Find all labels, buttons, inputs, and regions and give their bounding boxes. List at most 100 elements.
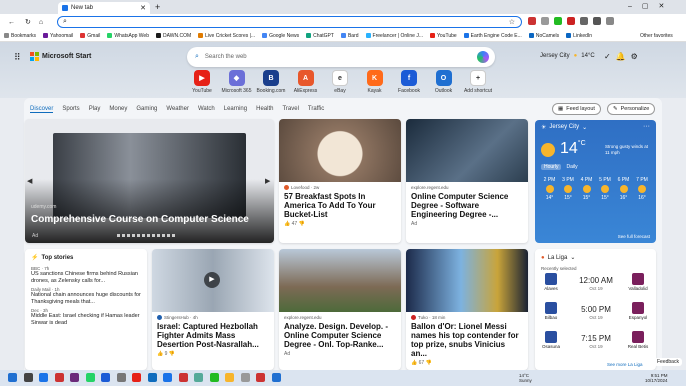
story-item[interactable]: BBC · 7h US sanctions Chinese firms behin…	[31, 266, 141, 284]
hero-title[interactable]: Comprehensive Course on Computer Science	[31, 214, 249, 225]
bookmark-item[interactable]: WhatsApp Web	[107, 33, 149, 39]
bookmark-item[interactable]: DAWN.COM	[156, 33, 191, 39]
tab-discover[interactable]: Discover	[30, 106, 54, 113]
back-icon[interactable]: ←	[8, 19, 15, 26]
match-row[interactable]: Alaves 12:00 AM Oct 19 Valladolid	[540, 273, 651, 300]
taskbar-app-icon[interactable]	[54, 373, 64, 382]
forecast-link[interactable]: See full forecast	[618, 234, 650, 239]
news-card-messi[interactable]: Tuko · 18 min Ballon d'Or: Lionel Messi …	[406, 249, 528, 370]
address-bar[interactable]: ⌕ ☆	[57, 16, 522, 28]
taskbar-app-icon[interactable]	[23, 373, 33, 382]
tab-close-icon[interactable]: ✕	[140, 4, 146, 12]
weather-tab-hourly[interactable]: Hourly	[541, 164, 562, 170]
feed-layout-button[interactable]: ▦ Feed layout	[552, 103, 601, 115]
home-icon[interactable]: ⌂	[39, 19, 43, 26]
tab-sports[interactable]: Sports	[62, 106, 79, 112]
bookmark-item[interactable]: Earth Engine Code E...	[463, 33, 522, 39]
tab-health[interactable]: Health	[256, 106, 273, 112]
weather-tab-daily[interactable]: Daily	[566, 164, 577, 170]
quicklink-kayak[interactable]: K Kayak	[357, 70, 393, 94]
tab-learning[interactable]: Learning	[224, 106, 247, 112]
taskbar-app-icon[interactable]	[209, 373, 219, 382]
quicklink-facebook[interactable]: f Facebook	[391, 70, 427, 94]
taskbar-app-icon[interactable]	[116, 373, 126, 382]
card-title[interactable]: Israel: Captured Hezbollah Fighter Admit…	[157, 322, 269, 349]
apps-grid-icon[interactable]: ⠿	[14, 52, 21, 63]
taskbar-app-icon[interactable]	[39, 373, 48, 382]
taskbar-app-icon[interactable]	[8, 373, 17, 382]
bookmark-item[interactable]: YouTube	[430, 33, 457, 39]
quicklink-aliexpress[interactable]: A AliExpress	[288, 70, 324, 94]
quicklink-booking-com[interactable]: B Booking.com	[253, 70, 289, 94]
tab-new-tab[interactable]: New tab ✕	[58, 2, 150, 14]
play-icon[interactable]: ▶	[204, 272, 220, 288]
taskbar-app-icon[interactable]	[256, 373, 265, 382]
story-item[interactable]: Daily Mail · 1h National chain announces …	[31, 287, 141, 305]
taskbar-app-icon[interactable]	[85, 373, 95, 382]
bookmark-item[interactable]: Bard	[340, 33, 359, 39]
hero-card[interactable]: udemy.com Comprehensive Course on Comput…	[25, 119, 274, 243]
card-title[interactable]: Ballon d'Or: Lionel Messi names his top …	[411, 322, 523, 358]
bookmark-item[interactable]: Freelancer | Online J...	[365, 33, 423, 39]
tab-play[interactable]: Play	[89, 106, 101, 112]
prev-arrow-icon[interactable]: ◀	[27, 177, 32, 185]
ad-card-analyze[interactable]: explore.regent.edu Analyze. Design. Deve…	[279, 249, 401, 370]
match-row[interactable]: Osasuna 7:15 PM Oct 19 Real Betis	[540, 331, 651, 358]
taskbar-clock[interactable]: 9:51 PM 10/17/2024	[645, 373, 668, 383]
weather-card[interactable]: ☀ Jersey City ⌄ ··· 14°C Strong gusty wind…	[535, 120, 656, 243]
quicklink-microsoft-365[interactable]: ◆ Microsoft 365	[219, 70, 255, 94]
bookmark-item[interactable]: NoCamels	[528, 33, 559, 39]
card-title[interactable]: 57 Breakfast Spots In America To Add To …	[284, 192, 396, 219]
taskbar-app-icon[interactable]	[240, 373, 250, 382]
carousel-dots[interactable]	[117, 234, 177, 237]
extensions-area[interactable]	[528, 17, 614, 25]
tab-weather[interactable]: Weather	[166, 106, 189, 112]
web-search-box[interactable]: ⌕ Search the web	[187, 47, 495, 67]
bookmark-item[interactable]: Yahoomail	[43, 33, 73, 39]
card-title[interactable]: Online Computer Science Degree - Softwar…	[411, 192, 523, 219]
tab-gaming[interactable]: Gaming	[136, 106, 157, 112]
chevron-down-icon[interactable]: ⌄	[570, 254, 575, 261]
taskbar-app-icon[interactable]	[225, 373, 234, 382]
card-reactions[interactable]: 👍 9 👎	[157, 351, 269, 357]
taskbar-app-icon[interactable]	[132, 373, 141, 382]
card-reactions[interactable]: 👍 67 👎	[411, 360, 523, 366]
favorite-star-icon[interactable]: ☆	[509, 18, 515, 26]
taskbar-app-icon[interactable]	[101, 373, 110, 382]
other-favorites[interactable]: Other favorites	[640, 33, 673, 39]
copilot-icon[interactable]	[477, 51, 489, 63]
msn-logo[interactable]: Microsoft Start	[30, 52, 91, 61]
tab-travel[interactable]: Travel	[282, 106, 298, 112]
header-icons[interactable]: ✓🔔⚙	[604, 52, 643, 61]
taskbar-app-icon[interactable]	[70, 373, 79, 382]
bookmark-item[interactable]: Bookmarks	[4, 33, 36, 39]
chevron-down-icon[interactable]: ⌄	[582, 124, 587, 131]
quicklink-outlook[interactable]: O Outlook	[426, 70, 462, 94]
taskbar-app-icon[interactable]	[163, 373, 172, 382]
taskbar-app-icon[interactable]	[178, 373, 188, 382]
bookmark-item[interactable]: Google News	[262, 33, 299, 39]
bookmark-item[interactable]: LinkedIn	[566, 33, 592, 39]
location-temp[interactable]: Jersey City ● 14°C	[540, 53, 595, 59]
more-icon[interactable]: ···	[643, 123, 650, 130]
taskbar-app-icon[interactable]	[194, 373, 203, 382]
quicklink-ebay[interactable]: e eBay	[322, 70, 358, 94]
taskbar-weather[interactable]: 14°C Sunny	[519, 373, 532, 383]
bookmark-item[interactable]: Live Cricket Scores |...	[198, 33, 255, 39]
quicklink-add-shortcut[interactable]: + Add shortcut	[460, 70, 496, 94]
quicklink-youtube[interactable]: ▶ YouTube	[184, 70, 220, 94]
bookmark-item[interactable]: Gmail	[80, 33, 100, 39]
news-card-israel[interactable]: ▶ StingersHub · 4h Israel: Captured Hezb…	[152, 249, 274, 370]
card-title[interactable]: Analyze. Design. Develop. - Online Compu…	[284, 322, 396, 349]
ad-card-cs-degree[interactable]: explore.regent.edu Online Computer Scien…	[406, 119, 528, 243]
window-controls[interactable]: –▢✕	[628, 2, 674, 10]
story-item[interactable]: Dec · 3h Middle East: Israel checking if …	[31, 308, 141, 326]
news-card-breakfast[interactable]: Lovefood · 2w 57 Breakfast Spots In Amer…	[279, 119, 401, 243]
tab-watch[interactable]: Watch	[198, 106, 215, 112]
card-reactions[interactable]: 👍 47 👎	[284, 221, 396, 227]
feedback-button[interactable]: Feedback	[654, 358, 682, 366]
refresh-icon[interactable]: ↻	[25, 18, 31, 26]
bookmark-item[interactable]: ChatGPT	[306, 33, 334, 39]
tab-money[interactable]: Money	[109, 106, 127, 112]
new-tab-button[interactable]: +	[155, 2, 160, 12]
